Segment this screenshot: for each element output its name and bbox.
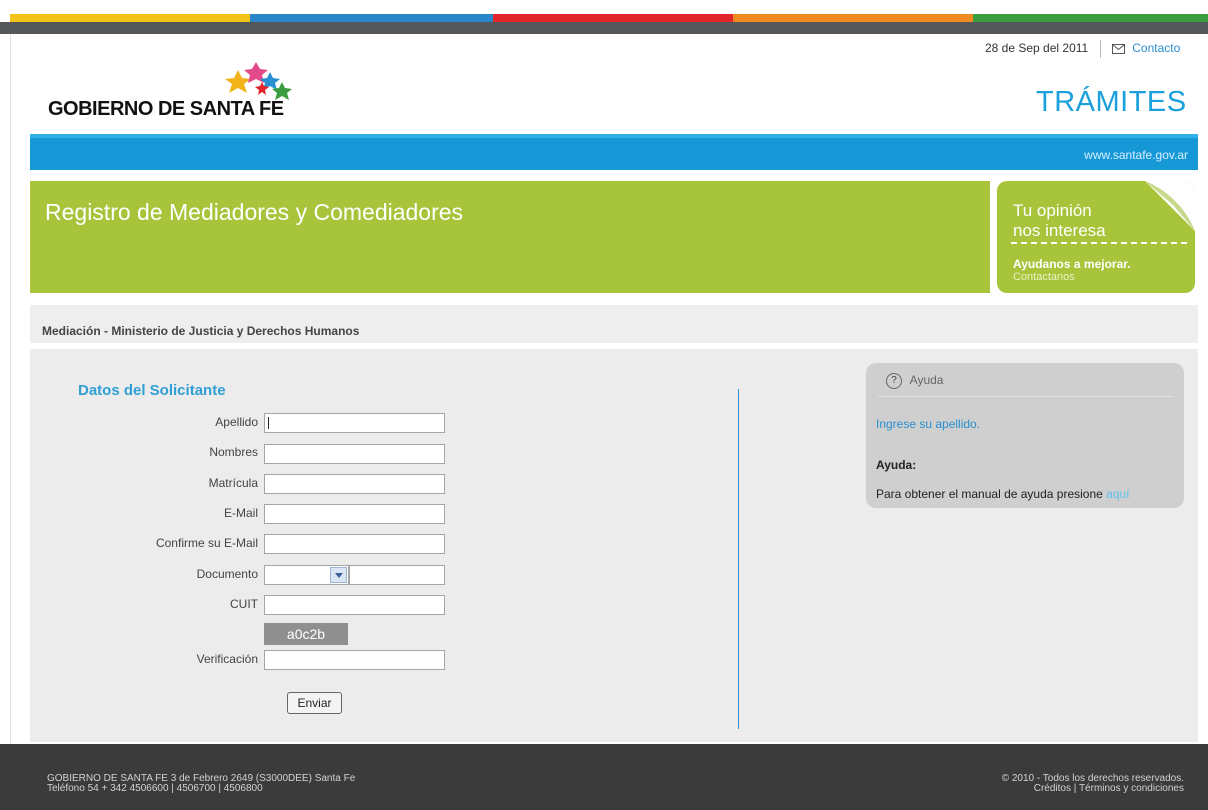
stars-logo-icon (225, 62, 292, 100)
current-date: 28 de Sep del 2011 (985, 41, 1089, 56)
email-confirm-label: Confirme su E-Mail (155, 536, 258, 550)
help-manual-text: Para obtener el manual de ayuda presione… (876, 487, 1130, 501)
page-banner: Registro de Mediadores y Comediadores (30, 181, 990, 293)
top-spacer (0, 0, 1208, 10)
help-manual-label: Para obtener el manual de ayuda presione (876, 487, 1107, 501)
contact-link[interactable]: Contacto (1132, 41, 1180, 55)
help-header-label: Ayuda (909, 373, 944, 388)
documento-number-input[interactable] (349, 565, 445, 585)
email-input[interactable] (264, 504, 445, 524)
blue-nav-bar: www.santafe.gov.ar (30, 134, 1198, 170)
help-icon: ? (886, 373, 902, 389)
logo-text: GOBIERNO DE SANTA FE (48, 98, 284, 120)
footer-legal: © 2010 - Todos los derechos reservados. … (1002, 774, 1184, 794)
matricula-input[interactable] (264, 474, 445, 494)
column-divider (738, 389, 739, 729)
documento-type-select[interactable] (264, 565, 349, 585)
footer-legal-links[interactable]: Créditos | Términos y condiciones (1002, 784, 1184, 794)
captcha-image: a0c2b (264, 623, 348, 645)
left-edge (0, 34, 11, 744)
opinion-line2: nos interesa (1013, 221, 1106, 240)
help-header: ? Ayuda (886, 373, 943, 389)
color-stripe-orange (733, 14, 973, 22)
help-hint: Ingrese su apellido. (876, 417, 981, 431)
gobierno-santa-fe-logo[interactable]: GOBIERNO DE SANTA FE (48, 52, 328, 127)
enviar-button[interactable]: Enviar (287, 692, 342, 714)
opinion-cta: Ayudanos a mejorar. (1013, 257, 1131, 271)
footer-address-line2: Teléfono 54 + 342 4506600 | 4506700 | 45… (47, 783, 263, 794)
verificacion-label: Verificación (196, 652, 258, 666)
page-curl-icon (1145, 181, 1195, 231)
opinion-box[interactable]: Tu opinión nos interesa Ayudanos a mejor… (997, 181, 1195, 293)
footer: GOBIERNO DE SANTA FE 3 de Febrero 2649 (… (0, 744, 1208, 810)
color-stripe-red (493, 14, 733, 22)
form-heading: Datos del Solicitante (78, 382, 226, 399)
footer-address: GOBIERNO DE SANTA FE 3 de Febrero 2649 (… (47, 774, 355, 794)
cuit-input[interactable] (264, 595, 445, 615)
cuit-label: CUIT (230, 597, 258, 611)
mail-icon (1111, 44, 1125, 54)
color-stripe-green (973, 14, 1208, 22)
documento-label: Documento (196, 567, 258, 581)
help-panel: ? Ayuda Ingrese su apellido. Ayuda: Para… (866, 363, 1184, 508)
email-label: E-Mail (223, 506, 258, 520)
breadcrumb: Mediación - Ministerio de Justicia y Der… (42, 324, 360, 338)
site-url-link[interactable]: www.santafe.gov.ar (1084, 148, 1188, 162)
top-dark-bar (0, 22, 1208, 34)
divider (1099, 40, 1101, 58)
color-stripe-yellow (10, 14, 250, 22)
page-title: Registro de Mediadores y Comediadores (45, 199, 464, 225)
apellido-input[interactable] (264, 413, 445, 433)
opinion-divider (1011, 242, 1187, 244)
breadcrumb-bar: Mediación - Ministerio de Justicia y Der… (30, 305, 1198, 343)
nombres-label: Nombres (209, 445, 258, 459)
section-title: TRÁMITES (1036, 86, 1187, 118)
nombres-input[interactable] (264, 444, 445, 464)
chevron-down-icon[interactable] (330, 567, 347, 583)
color-stripe-blue (250, 14, 493, 22)
help-divider (878, 396, 1174, 397)
opinion-contact-link[interactable]: Contactanos (1013, 271, 1075, 283)
apellido-label: Apellido (215, 415, 258, 429)
matricula-label: Matrícula (208, 476, 258, 490)
help-manual-link[interactable]: aquí (1106, 487, 1129, 501)
opinion-line1: Tu opinión (1013, 201, 1092, 220)
main-content: Datos del Solicitante Apellido Nombres M… (30, 349, 1198, 742)
header-utility: 28 de Sep del 2011 Contacto (985, 40, 1180, 58)
email-confirm-input[interactable] (264, 534, 445, 554)
help-subtitle: Ayuda: (876, 458, 917, 472)
verificacion-input[interactable] (264, 650, 445, 670)
